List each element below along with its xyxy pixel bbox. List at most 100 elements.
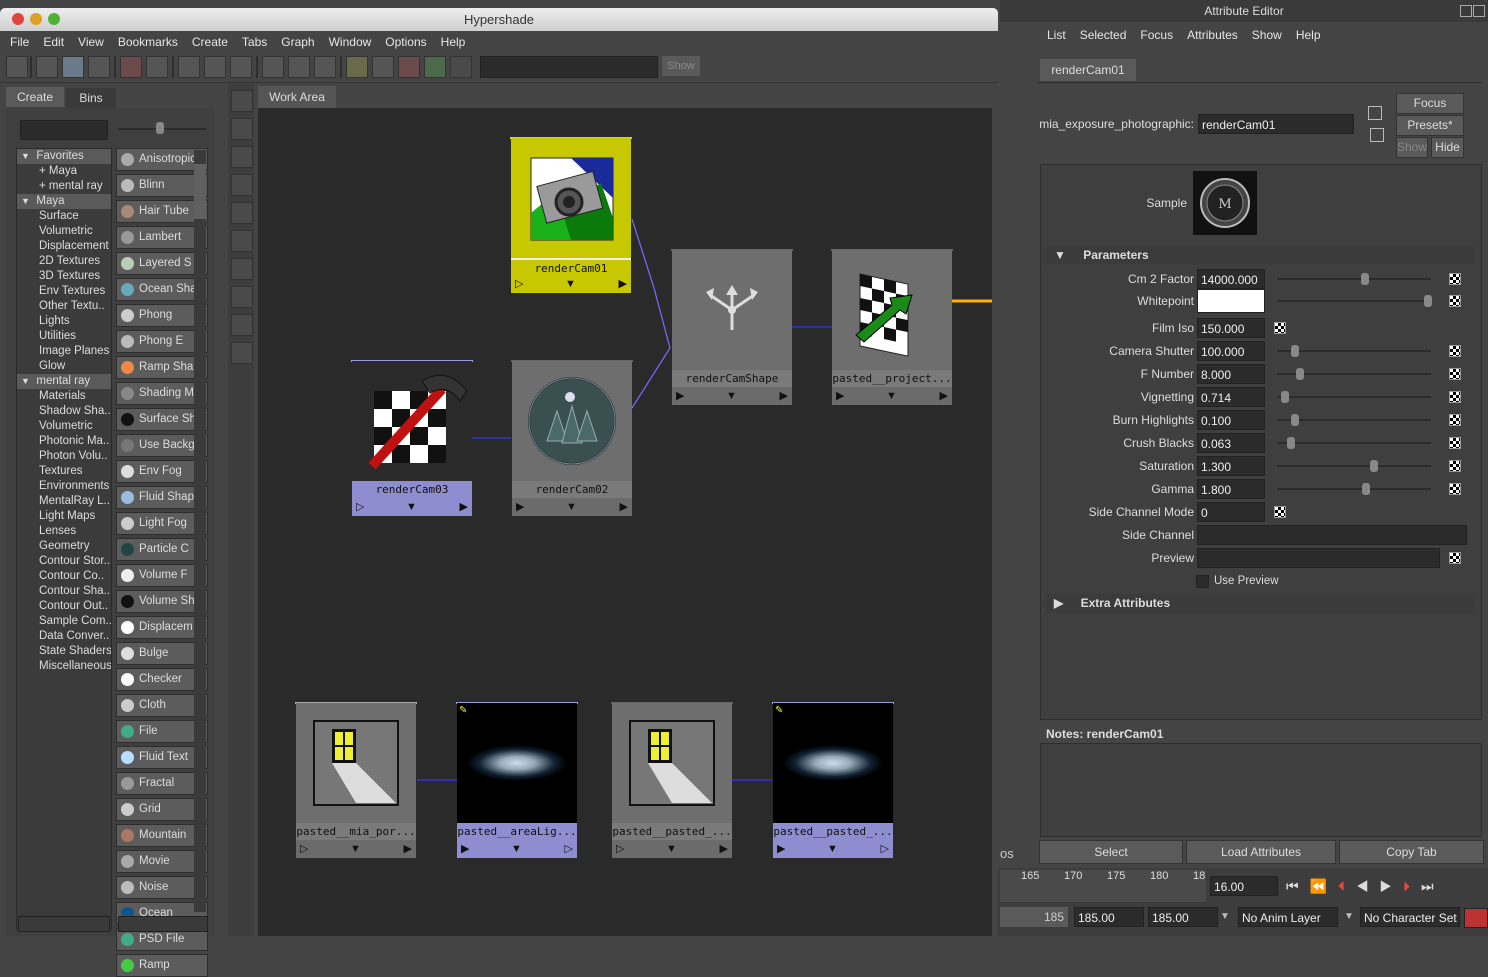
swatch-display-icon[interactable]: [346, 56, 368, 78]
param-slider[interactable]: [1277, 396, 1431, 398]
param-value-field[interactable]: 0.100: [1197, 410, 1265, 430]
map-texture-icon[interactable]: [1449, 391, 1461, 403]
graph-node-rendercam01[interactable]: renderCam01 ▷ ▼ ▶: [510, 137, 632, 293]
tree-arrow-icon[interactable]: ▼: [17, 196, 36, 206]
restore-icon[interactable]: [1460, 5, 1472, 17]
favorites-item[interactable]: Light Maps: [17, 509, 111, 524]
param-slider[interactable]: [1277, 278, 1431, 280]
load-attributes-button[interactable]: Load Attributes: [1186, 840, 1336, 864]
graph-node-pasted-pasted-2[interactable]: ✎ pasted__pasted_... ▶ ▼ ▷: [772, 702, 894, 858]
notes-textarea[interactable]: [1040, 743, 1482, 837]
graph-node-rendercam02[interactable]: renderCam02 ▶ ▼ ▶: [511, 360, 633, 516]
tree-arrow-icon[interactable]: ▼: [17, 151, 36, 161]
param-value-field[interactable]: 14000.000: [1197, 269, 1265, 289]
input-output-connections-icon[interactable]: [288, 56, 310, 78]
menu-bookmarks[interactable]: Bookmarks: [111, 32, 185, 52]
node-port-bar[interactable]: ▶ ▼ ▶: [512, 498, 632, 516]
graph-tool-icon[interactable]: [231, 174, 253, 196]
param-value-field[interactable]: 0.714: [1197, 387, 1265, 407]
hide-attr-button[interactable]: Hide: [1431, 137, 1464, 158]
graph-node-rendercam03[interactable]: renderCam03 ▷ ▼ ▶: [351, 360, 473, 516]
map-texture-icon[interactable]: [1274, 506, 1286, 518]
map-texture-icon[interactable]: [1449, 345, 1461, 357]
create-filter-input[interactable]: [20, 120, 108, 140]
map-texture-icon[interactable]: [1449, 414, 1461, 426]
ae-menu-list[interactable]: List: [1040, 24, 1073, 46]
menu-file[interactable]: File: [0, 32, 36, 52]
node-list-scroll-thumb[interactable]: [194, 164, 206, 219]
favorites-item[interactable]: Utilities: [17, 329, 111, 344]
node-port-bar[interactable]: ▶ ▼ ▷: [457, 840, 577, 858]
output-connections-icon[interactable]: [314, 56, 336, 78]
graph-tool-icon[interactable]: [231, 202, 253, 224]
param-slider[interactable]: [1277, 419, 1431, 421]
anim-layer-dropdown-icon[interactable]: ▼: [1220, 907, 1234, 927]
close-window-button[interactable]: [12, 13, 24, 25]
graph-tool-icon[interactable]: [231, 286, 253, 308]
create-node-button[interactable]: Ramp: [116, 954, 208, 977]
graph-tool-icon[interactable]: [231, 118, 253, 140]
favorites-item[interactable]: Volumetric: [17, 224, 111, 239]
parameters-section-header[interactable]: ▼ Parameters: [1046, 246, 1474, 265]
ipr-render-icon[interactable]: [424, 56, 446, 78]
hypershade-titlebar[interactable]: Hypershade: [0, 8, 998, 31]
favorites-item[interactable]: Environments: [17, 479, 111, 494]
ae-menu-help[interactable]: Help: [1289, 24, 1328, 46]
favorites-item[interactable]: Shadow Sha..: [17, 404, 111, 419]
node-name-field[interactable]: renderCam01: [1198, 114, 1354, 134]
tab-create[interactable]: Create: [6, 87, 64, 107]
map-texture-icon[interactable]: [1449, 460, 1461, 472]
node-port-bar[interactable]: ▶ ▼ ▷: [773, 840, 893, 858]
graph-node-rendercamshape[interactable]: renderCamShape ▶ ▼ ▶: [671, 249, 793, 405]
node-port-bar[interactable]: ▷ ▼ ▶: [352, 498, 472, 516]
favorites-item[interactable]: Lenses: [17, 524, 111, 539]
node-list-scrollbar[interactable]: [194, 150, 206, 912]
param-slider-handle[interactable]: [1291, 345, 1300, 357]
show-attr-button[interactable]: Show: [1396, 137, 1428, 158]
step-back-frame-icon[interactable]: ⏴: [1338, 878, 1356, 894]
menu-view[interactable]: View: [71, 32, 111, 52]
favorites-item[interactable]: Surface: [17, 209, 111, 224]
hypershade-search-input[interactable]: [480, 56, 658, 78]
param-value-field[interactable]: [1197, 289, 1265, 313]
param-slider[interactable]: [1277, 350, 1431, 352]
favorites-item[interactable]: + Maya: [17, 164, 111, 179]
ae-menu-selected[interactable]: Selected: [1073, 24, 1134, 46]
node-list-hscrollbar[interactable]: [118, 916, 208, 932]
param-value-field[interactable]: 1.300: [1197, 456, 1265, 476]
param-slider-handle[interactable]: [1280, 391, 1289, 403]
favorites-item[interactable]: 2D Textures: [17, 254, 111, 269]
favorites-item[interactable]: Contour Out..: [17, 599, 111, 614]
favorites-item[interactable]: + mental ray: [17, 179, 111, 194]
favorites-item[interactable]: MentalRay L..: [17, 494, 111, 509]
render-icon[interactable]: [398, 56, 420, 78]
layout-top-icon[interactable]: [36, 56, 58, 78]
select-button[interactable]: Select: [1039, 840, 1183, 864]
close-panel-icon[interactable]: [1473, 5, 1485, 17]
graph-tool-icon[interactable]: [231, 90, 253, 112]
play-forward-icon[interactable]: ▶: [1380, 878, 1404, 894]
param-slider[interactable]: [1277, 442, 1431, 444]
attribute-view-icon[interactable]: [372, 56, 394, 78]
menu-tabs[interactable]: Tabs: [235, 32, 274, 52]
ae-menu-focus[interactable]: Focus: [1133, 24, 1180, 46]
param-value-field[interactable]: 150.000: [1197, 318, 1265, 338]
input-connection-icon[interactable]: [1368, 106, 1382, 120]
favorites-item[interactable]: Displacement: [17, 239, 111, 254]
favorites-item[interactable]: Contour Stor..: [17, 554, 111, 569]
param-slider-handle[interactable]: [1362, 483, 1371, 495]
map-texture-icon[interactable]: [1449, 273, 1461, 285]
snapshot-icon[interactable]: [450, 56, 472, 78]
favorites-item[interactable]: ▼ Favorites: [17, 149, 111, 164]
play-backward-icon[interactable]: ◀: [1356, 878, 1380, 894]
range-start-slider[interactable]: 185: [1000, 907, 1068, 927]
graph-node-pasted-arealight[interactable]: ✎ pasted__areaLig... ▶ ▼ ▷: [456, 702, 578, 858]
presets-button[interactable]: Presets*: [1396, 115, 1464, 136]
favorites-item[interactable]: Sample Com..: [17, 614, 111, 629]
tab-rendercam01[interactable]: renderCam01: [1040, 59, 1136, 81]
param-value-field[interactable]: 8.000: [1197, 364, 1265, 384]
map-texture-icon[interactable]: [1449, 295, 1461, 307]
favorites-item[interactable]: Image Planes: [17, 344, 111, 359]
favorites-item[interactable]: Photon Volu..: [17, 449, 111, 464]
favorites-hscrollbar[interactable]: [18, 916, 110, 932]
